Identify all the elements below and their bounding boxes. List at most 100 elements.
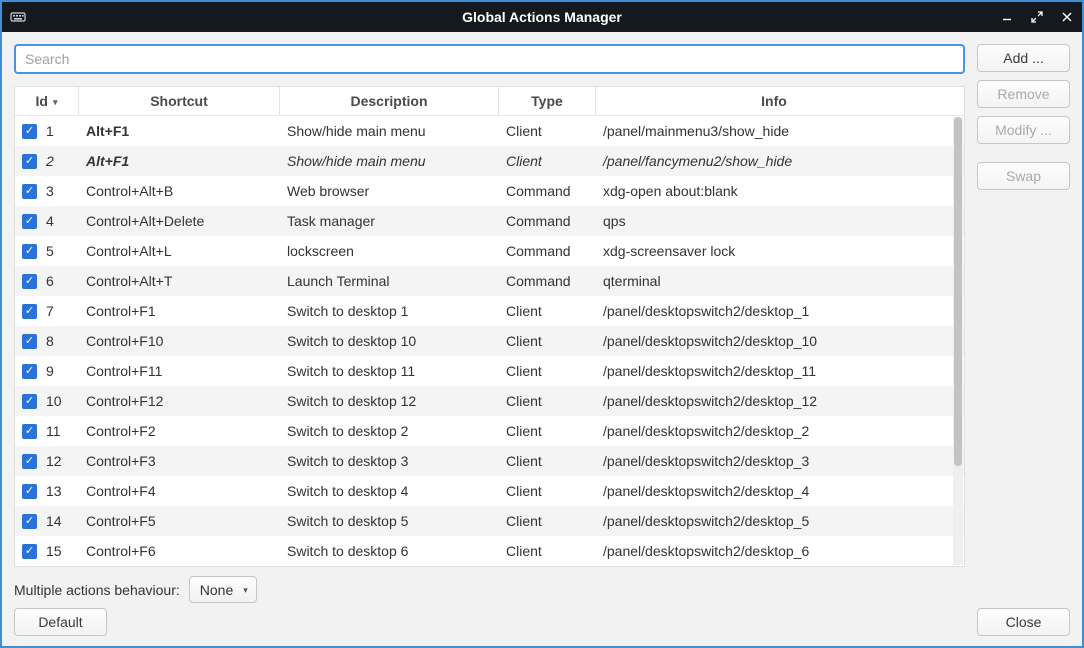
table-row[interactable]: ✓7Control+F1Switch to desktop 1Client/pa… — [15, 296, 964, 326]
row-id: 2 — [46, 153, 60, 169]
cell-description: Switch to desktop 1 — [280, 303, 499, 319]
modify-button[interactable]: Modify ... — [977, 116, 1070, 144]
cell-description: Switch to desktop 11 — [280, 363, 499, 379]
search-input[interactable] — [14, 44, 965, 74]
cell-description: Show/hide main menu — [280, 153, 499, 169]
cell-type: Client — [499, 393, 596, 409]
vertical-scrollbar[interactable] — [953, 117, 963, 565]
cell-id: ✓ 15 — [15, 543, 79, 559]
cell-info: /panel/desktopswitch2/desktop_3 — [596, 453, 952, 469]
row-id: 15 — [46, 543, 62, 559]
column-header-description[interactable]: Description — [280, 87, 499, 115]
row-checkbox[interactable]: ✓ — [22, 424, 37, 439]
minimize-icon[interactable] — [1000, 10, 1014, 24]
row-checkbox[interactable]: ✓ — [22, 124, 37, 139]
row-checkbox[interactable]: ✓ — [22, 304, 37, 319]
behaviour-select[interactable]: None ▾ — [189, 576, 257, 603]
table-row[interactable]: ✓4Control+Alt+DeleteTask managerCommandq… — [15, 206, 964, 236]
row-checkbox[interactable]: ✓ — [22, 514, 37, 529]
row-checkbox[interactable]: ✓ — [22, 394, 37, 409]
window-body: Id ▾ Shortcut Description Type Info ✓1Al… — [2, 32, 1082, 646]
maximize-restore-icon[interactable] — [1030, 10, 1044, 24]
table-row[interactable]: ✓12Control+F3Switch to desktop 3Client/p… — [15, 446, 964, 476]
table-row[interactable]: ✓6Control+Alt+TLaunch TerminalCommandqte… — [15, 266, 964, 296]
row-id: 5 — [46, 243, 60, 259]
add-button[interactable]: Add ... — [977, 44, 1070, 72]
cell-info: /panel/desktopswitch2/desktop_5 — [596, 513, 952, 529]
row-id: 10 — [46, 393, 62, 409]
behaviour-selected-value: None — [200, 582, 233, 598]
cell-shortcut: Control+F11 — [79, 363, 280, 379]
table-row[interactable]: ✓2Alt+F1Show/hide main menuClient/panel/… — [15, 146, 964, 176]
cell-id: ✓8 — [15, 333, 79, 349]
chevron-down-icon: ▾ — [243, 585, 248, 596]
cell-description: Switch to desktop 5 — [280, 513, 499, 529]
keyboard-app-icon — [10, 9, 26, 25]
cell-description: lockscreen — [280, 243, 499, 259]
table-row[interactable]: ✓1Alt+F1Show/hide main menuClient/panel/… — [15, 116, 964, 146]
table-row[interactable]: ✓3Control+Alt+BWeb browserCommandxdg-ope… — [15, 176, 964, 206]
column-header-type[interactable]: Type — [499, 87, 596, 115]
cell-info: /panel/desktopswitch2/desktop_6 — [596, 543, 952, 559]
row-checkbox[interactable]: ✓ — [22, 544, 37, 559]
cell-info: qterminal — [596, 273, 952, 289]
swap-button[interactable]: Swap — [977, 162, 1070, 190]
cell-type: Client — [499, 423, 596, 439]
cell-info: /panel/desktopswitch2/desktop_10 — [596, 333, 952, 349]
cell-id: ✓5 — [15, 243, 79, 259]
row-checkbox[interactable]: ✓ — [22, 214, 37, 229]
remove-button[interactable]: Remove — [977, 80, 1070, 108]
cell-id: ✓3 — [15, 183, 79, 199]
table-row[interactable]: ✓ 9 Control+F11Switch to desktop 11Client/… — [15, 356, 964, 386]
default-button[interactable]: Default — [14, 608, 107, 636]
row-checkbox[interactable]: ✓ — [22, 244, 37, 259]
table-row[interactable]: ✓8Control+F10Switch to desktop 10Client/… — [15, 326, 964, 356]
close-icon[interactable] — [1060, 10, 1074, 24]
row-id: 3 — [46, 183, 60, 199]
close-button[interactable]: Close — [977, 608, 1070, 636]
table-header: Id ▾ Shortcut Description Type Info — [15, 87, 964, 116]
cell-description: Launch Terminal — [280, 273, 499, 289]
row-id: 13 — [46, 483, 62, 499]
column-header-shortcut[interactable]: Shortcut — [79, 87, 280, 115]
scrollbar-thumb[interactable] — [954, 117, 962, 466]
sort-descending-icon: ▾ — [53, 97, 58, 108]
cell-description: Show/hide main menu — [280, 123, 499, 139]
table-row[interactable]: ✓10Control+F12Switch to desktop 12Client… — [15, 386, 964, 416]
titlebar: Global Actions Manager — [2, 2, 1082, 32]
column-header-info[interactable]: Info — [596, 87, 952, 115]
table-row[interactable]: ✓5Control+Alt+LlockscreenCommandxdg-scre… — [15, 236, 964, 266]
cell-shortcut: Control+F5 — [79, 513, 280, 529]
cell-shortcut: Control+F1 — [79, 303, 280, 319]
cell-type: Command — [499, 213, 596, 229]
cell-id: ✓7 — [15, 303, 79, 319]
row-checkbox[interactable]: ✓ — [22, 274, 37, 289]
row-id: 9 — [46, 363, 60, 379]
row-checkbox[interactable]: ✓ — [22, 334, 37, 349]
cell-type: Client — [499, 363, 596, 379]
row-id: 4 — [46, 213, 60, 229]
cell-description: Switch to desktop 12 — [280, 393, 499, 409]
cell-info: qps — [596, 213, 952, 229]
cell-info: xdg-open about:blank — [596, 183, 952, 199]
cell-shortcut: Control+F10 — [79, 333, 280, 349]
table-row[interactable]: ✓15Control+F6Switch to desktop 6Client/p… — [15, 536, 964, 566]
row-checkbox[interactable]: ✓ — [22, 364, 37, 379]
cell-type: Client — [499, 123, 596, 139]
cell-info: /panel/desktopswitch2/desktop_11 — [596, 363, 952, 379]
table-row[interactable]: ✓13Control+F4Switch to desktop 4Client/p… — [15, 476, 964, 506]
cell-description: Switch to desktop 2 — [280, 423, 499, 439]
row-checkbox[interactable]: ✓ — [22, 154, 37, 169]
behaviour-row: Multiple actions behaviour: None ▾ — [14, 576, 1070, 603]
row-id: 12 — [46, 453, 62, 469]
row-checkbox[interactable]: ✓ — [22, 454, 37, 469]
cell-type: Command — [499, 243, 596, 259]
bottom-button-row: Default Close — [14, 608, 1070, 636]
row-id: 7 — [46, 303, 60, 319]
row-checkbox[interactable]: ✓ — [22, 184, 37, 199]
cell-info: /panel/desktopswitch2/desktop_12 — [596, 393, 952, 409]
column-header-id[interactable]: Id ▾ — [15, 87, 79, 115]
table-row[interactable]: ✓11Control+F2Switch to desktop 2Client/p… — [15, 416, 964, 446]
table-row[interactable]: ✓14Control+F5Switch to desktop 5Client/p… — [15, 506, 964, 536]
row-checkbox[interactable]: ✓ — [22, 484, 37, 499]
